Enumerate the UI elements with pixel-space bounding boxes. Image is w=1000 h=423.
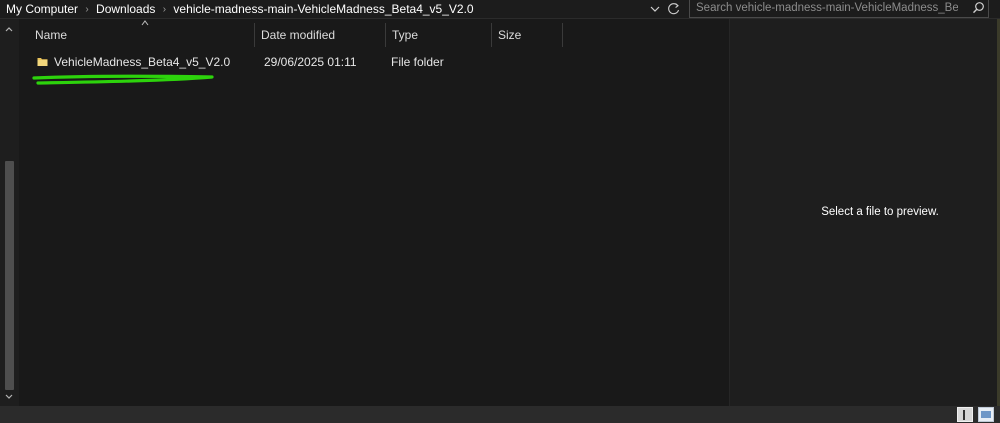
file-type: File folder [391,55,444,69]
column-size[interactable]: Size [492,23,563,47]
status-bar [0,406,1000,423]
scroll-up-icon[interactable] [4,25,14,33]
column-type-label: Type [392,28,419,42]
details-view-button[interactable] [957,407,973,422]
search-box[interactable] [689,0,989,18]
folder-icon [37,58,48,66]
scrollbar-thumb[interactable] [5,161,14,390]
column-header: Name Date modified Type Size [20,23,728,47]
file-date-modified: 29/06/2025 01:11 [264,55,357,69]
column-date-modified[interactable]: Date modified [255,23,386,47]
file-list[interactable]: Name Date modified Type Size VehicleMadn… [20,19,728,406]
breadcrumb: My Computer › Downloads › vehicle-madnes… [6,1,474,17]
column-size-label: Size [498,28,522,42]
breadcrumb-downloads[interactable]: Downloads [96,2,155,16]
file-name[interactable]: VehicleMadness_Beta4_v5_V2.0 [54,51,230,73]
preview-message: Select a file to preview. [821,206,939,218]
preview-pane: Select a file to preview. [729,19,998,406]
column-type[interactable]: Type [386,23,492,47]
chevron-right-icon[interactable]: › [78,4,96,15]
search-input[interactable] [696,0,958,16]
column-date-modified-label: Date modified [261,28,336,42]
file-row[interactable]: VehicleMadness_Beta4_v5_V2.0 29/06/2025 … [20,51,728,73]
highlight-annotation [32,74,214,85]
refresh-icon[interactable] [665,1,683,17]
search-icon[interactable] [972,1,985,14]
column-name-label: Name [35,28,68,42]
column-name[interactable]: Name [29,23,255,47]
breadcrumb-current-folder[interactable]: vehicle-madness-main-VehicleMadness_Beta… [173,2,473,16]
preview-pane-toggle-button[interactable] [978,407,994,422]
chevron-down-icon[interactable] [648,1,662,17]
chevron-right-icon[interactable]: › [155,4,173,15]
navigation-pane[interactable] [0,19,19,406]
scroll-down-icon[interactable] [4,393,14,401]
breadcrumb-my-computer[interactable]: My Computer [6,2,78,16]
